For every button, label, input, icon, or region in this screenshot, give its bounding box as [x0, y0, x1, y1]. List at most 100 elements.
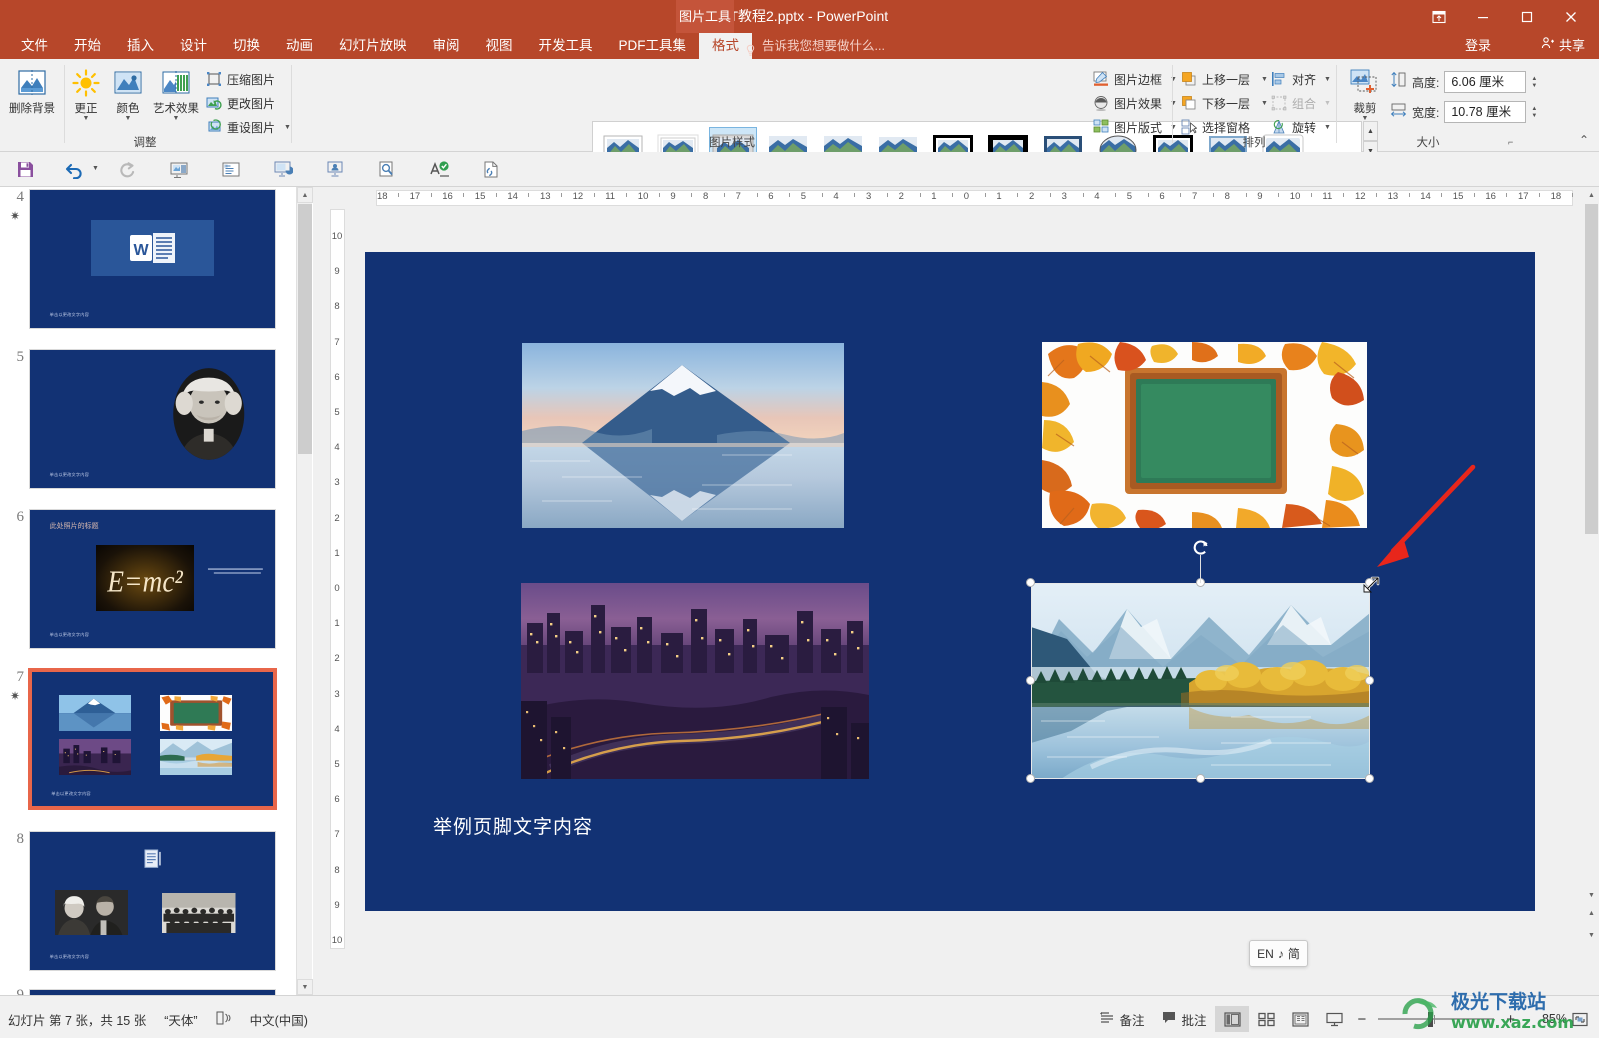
- undo-caret-icon[interactable]: ▼: [92, 165, 99, 172]
- ime-indicator[interactable]: EN ♪ 简: [1249, 940, 1308, 967]
- picture-city-night-sky[interactable]: [521, 583, 869, 779]
- tab-developer[interactable]: 开发工具: [526, 33, 606, 59]
- close-icon[interactable]: [1549, 0, 1593, 33]
- tab-slideshow[interactable]: 幻灯片放映: [326, 33, 420, 59]
- picture-border-button[interactable]: 图片边框 ▼: [1092, 68, 1177, 90]
- slide-sorter-icon[interactable]: [1249, 1006, 1283, 1032]
- shape-height-spinner[interactable]: ▲ ▼: [1531, 76, 1537, 89]
- artistic-effects-button[interactable]: 艺术效果 ▼: [150, 65, 202, 122]
- selection-handle-middle-left[interactable]: [1026, 676, 1035, 685]
- minimize-icon[interactable]: [1461, 0, 1505, 33]
- corrections-button[interactable]: 更正 ▼: [66, 65, 106, 122]
- picture-autumn-leaves-blackboard[interactable]: [1042, 342, 1367, 528]
- slide-canvas[interactable]: 举例页脚文字内容: [365, 252, 1535, 911]
- send-backward-caret-icon[interactable]: ▼: [1261, 100, 1268, 107]
- change-picture-button[interactable]: 更改图片: [205, 92, 275, 114]
- sign-in-button[interactable]: 登录: [1465, 33, 1491, 59]
- start-from-beginning-icon[interactable]: [166, 157, 192, 182]
- group-button[interactable]: 组合 ▼: [1270, 92, 1331, 114]
- presenter-view-icon[interactable]: [322, 157, 348, 182]
- color-caret-icon[interactable]: ▼: [108, 115, 148, 122]
- crop-button[interactable]: 裁剪 ▼: [1342, 65, 1388, 122]
- thumbnail-row-4[interactable]: 4 ✷ W 单击以更改文字内容: [0, 187, 300, 347]
- collapse-ribbon-icon[interactable]: ⌃: [1579, 133, 1589, 147]
- tab-file[interactable]: 文件: [8, 33, 61, 59]
- color-button[interactable]: 颜色 ▼: [108, 65, 148, 122]
- thumbnail-row-6[interactable]: 6 此处照片的标题 E=mc² 单击以更改文字内容: [0, 507, 300, 667]
- shape-height-input[interactable]: 6.06 厘米: [1444, 71, 1527, 93]
- thumbnail-slide-5[interactable]: 单击以更改文字内容: [29, 349, 276, 489]
- tab-insert[interactable]: 插入: [114, 33, 167, 59]
- crop-caret-icon[interactable]: ▼: [1342, 115, 1388, 122]
- slide-scroll-down-arrow[interactable]: ▼: [1584, 887, 1599, 903]
- thumbnail-row-8[interactable]: 8 单击以更改文字内容: [0, 827, 300, 987]
- print-preview-icon[interactable]: [374, 157, 400, 182]
- remove-background-button[interactable]: 删除背景: [4, 65, 60, 115]
- accessibility-icon[interactable]: [216, 1011, 232, 1028]
- tab-design[interactable]: 设计: [167, 33, 220, 59]
- slide-vertical-scrollbar[interactable]: ▲ ▼ ▲ ▼: [1584, 187, 1599, 995]
- rotate-handle-icon[interactable]: [1192, 539, 1210, 557]
- horizontal-ruler[interactable]: 18 17 16 15 14 13 12 11 10 9 8 7 6 5 4 3 2 1 0 1 2 3 4 5 6 7 8 9 10 1…: [366, 187, 1581, 209]
- slide-footer-text[interactable]: 举例页脚文字内容: [433, 812, 593, 839]
- bring-forward-button[interactable]: 上移一层 ▼: [1180, 68, 1268, 90]
- thumbnail-slide-6[interactable]: 此处照片的标题 E=mc² 单击以更改文字内容: [29, 509, 276, 649]
- thumbnail-slide-8[interactable]: 单击以更改文字内容: [29, 831, 276, 971]
- vertical-ruler[interactable]: 10 9 8 7 6 5 4 3 2 1 0 1 2 3 4 5 6 7 8 9 10: [326, 209, 348, 949]
- restore-icon[interactable]: [1505, 0, 1549, 33]
- thumbnail-row-9[interactable]: 9: [0, 987, 300, 995]
- corrections-caret-icon[interactable]: ▼: [66, 115, 106, 122]
- reset-picture-caret-icon[interactable]: ▼: [284, 124, 291, 131]
- tab-review[interactable]: 审阅: [420, 33, 473, 59]
- status-language[interactable]: 中文(中国): [250, 1010, 308, 1029]
- rotate-caret-icon[interactable]: ▼: [1324, 124, 1331, 131]
- shape-width-spinner[interactable]: ▲ ▼: [1531, 106, 1537, 119]
- align-caret-icon[interactable]: ▼: [1324, 76, 1331, 83]
- shape-height-field[interactable]: 高度: 6.06 厘米 ▲ ▼: [1390, 71, 1537, 93]
- slide-scroll-up-arrow[interactable]: ▲: [1584, 187, 1599, 203]
- slide-scroll-thumb[interactable]: [1585, 204, 1598, 534]
- reading-view-icon[interactable]: [1283, 1006, 1317, 1032]
- thumbnail-scrollbar[interactable]: ▲ ▼: [296, 187, 313, 995]
- thumbnail-row-5[interactable]: 5 单击以更改文字内容: [0, 347, 300, 507]
- tab-view[interactable]: 视图: [473, 33, 526, 59]
- tab-animations[interactable]: 动画: [273, 33, 326, 59]
- artistic-effects-caret-icon[interactable]: ▼: [150, 115, 202, 122]
- previous-slide-button[interactable]: ▲: [1584, 905, 1599, 921]
- selection-handle-bottom-right[interactable]: [1365, 774, 1374, 783]
- tab-transitions[interactable]: 切换: [220, 33, 273, 59]
- tab-home[interactable]: 开始: [61, 33, 114, 59]
- status-theme-name[interactable]: “天体”: [164, 1010, 197, 1029]
- thumbnail-slide-7[interactable]: 单击以更改文字内容: [29, 669, 276, 809]
- zoom-out-button[interactable]: −: [1351, 1006, 1372, 1032]
- send-backward-button[interactable]: 下移一层 ▼: [1180, 92, 1268, 114]
- align-button[interactable]: 对齐 ▼: [1270, 68, 1331, 90]
- status-slide-info[interactable]: 幻灯片 第 7 张，共 15 张: [8, 1010, 146, 1029]
- thumbnail-slide-4[interactable]: W 单击以更改文字内容: [29, 189, 276, 329]
- size-dialog-launcher[interactable]: ⌐: [1508, 137, 1518, 147]
- undo-icon[interactable]: [62, 157, 88, 182]
- slideshow-view-icon[interactable]: [1317, 1006, 1351, 1032]
- save-icon[interactable]: [12, 157, 38, 182]
- selection-handle-bottom-center[interactable]: [1196, 774, 1205, 783]
- ribbon-display-options-icon[interactable]: [1417, 0, 1461, 33]
- thumbnail-scroll-thumb[interactable]: [298, 204, 312, 454]
- hyperlink-icon[interactable]: [478, 157, 504, 182]
- picture-effects-button[interactable]: 图片效果 ▼: [1092, 92, 1177, 114]
- thumbnail-scroll-down-arrow[interactable]: ▼: [297, 979, 313, 995]
- thumbnail-row-7[interactable]: 7 ✷ 单击以更改文字内容: [0, 667, 300, 827]
- comments-button[interactable]: 批注: [1153, 1006, 1215, 1032]
- slide-thumbnail-panel[interactable]: 4 ✷ W 单击以更改文字内容 5 单击以更改文字内容 6 此处照片的标题 E=…: [0, 187, 312, 995]
- start-presentation-icon[interactable]: [270, 157, 296, 182]
- selection-handle-top-left[interactable]: [1026, 578, 1035, 587]
- share-button[interactable]: 共享: [1541, 33, 1585, 59]
- shape-width-input[interactable]: 10.78 厘米: [1444, 101, 1527, 123]
- next-slide-button[interactable]: ▼: [1584, 927, 1599, 943]
- notes-button[interactable]: 备注: [1091, 1006, 1153, 1032]
- picture-mount-fuji-lake[interactable]: [522, 343, 844, 528]
- normal-view-icon[interactable]: [1215, 1006, 1250, 1032]
- selection-handle-bottom-left[interactable]: [1026, 774, 1035, 783]
- thumbnail-scroll-up-arrow[interactable]: ▲: [297, 187, 313, 203]
- compress-pictures-button[interactable]: 压缩图片: [205, 68, 275, 90]
- selection-handle-middle-right[interactable]: [1365, 676, 1374, 685]
